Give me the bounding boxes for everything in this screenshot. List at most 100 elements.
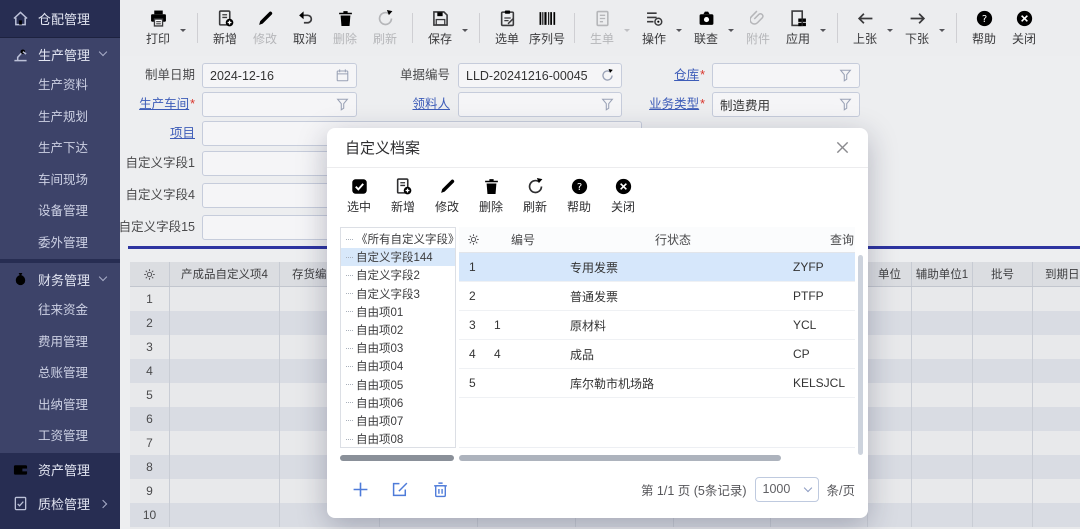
add-row-icon[interactable] <box>352 481 369 498</box>
table-cell[interactable] <box>170 431 280 455</box>
cancel-button[interactable]: 取消 <box>285 10 325 47</box>
sidebar-item-expense-mgmt[interactable]: 费用管理 <box>0 327 120 359</box>
apply-button[interactable]: 应用 <box>778 10 818 47</box>
save-button[interactable]: 保存 <box>420 10 460 47</box>
sidebar-item-quality-mgmt[interactable]: 质检管理 <box>0 487 120 521</box>
tree-item[interactable]: 自由项06 <box>341 394 455 412</box>
generate-order-dropdown-caret[interactable] <box>624 29 630 35</box>
table-cell[interactable]: KELSJCL <box>787 369 855 397</box>
table-cell[interactable]: PTFP <box>787 282 855 310</box>
biz-type-input[interactable]: 制造费用 <box>712 92 860 117</box>
warehouse-link[interactable]: 仓库 <box>674 68 699 82</box>
linked-query-button[interactable]: 联查 <box>686 10 726 47</box>
previous-doc-dropdown-caret[interactable] <box>887 29 893 35</box>
sidebar-item-production-mgmt[interactable]: 生产管理 <box>0 38 120 70</box>
column-header[interactable]: 到期日期 <box>1033 262 1080 286</box>
table-cell[interactable] <box>1033 407 1080 431</box>
tree-item[interactable]: 自由项05 <box>341 376 455 394</box>
save-dropdown-caret[interactable] <box>462 29 468 35</box>
doc-date-input[interactable]: 2024-12-16 <box>202 63 357 88</box>
table-cell[interactable] <box>973 335 1033 359</box>
biz-type-link[interactable]: 业务类型 <box>649 97 699 111</box>
table-cell[interactable] <box>868 479 912 503</box>
sidebar-item-equipment-mgmt[interactable]: 设备管理 <box>0 196 120 228</box>
modify-button[interactable]: 修改 <box>245 10 285 47</box>
column-header[interactable]: 批号 <box>973 262 1033 286</box>
table-cell[interactable] <box>912 407 973 431</box>
table-cell[interactable] <box>868 503 912 527</box>
sidebar-item-production-data[interactable]: 生产资料 <box>0 70 120 102</box>
picker-input[interactable] <box>458 92 622 117</box>
table-cell[interactable] <box>912 479 973 503</box>
table-cell[interactable]: ZYFP <box>787 253 855 281</box>
table-cell[interactable] <box>868 383 912 407</box>
funnel-icon[interactable] <box>839 69 852 82</box>
operations-dropdown-caret[interactable] <box>676 29 682 35</box>
table-cell[interactable]: 专用发票 <box>559 253 787 281</box>
close-icon[interactable] <box>835 140 850 155</box>
edit-row-icon[interactable] <box>392 481 409 498</box>
print-dropdown-caret[interactable] <box>180 29 186 35</box>
table-cell[interactable] <box>170 383 280 407</box>
page-size-select[interactable]: 1000 <box>755 477 819 502</box>
table-cell[interactable] <box>1033 287 1080 311</box>
table-cell[interactable] <box>170 479 280 503</box>
sidebar-item-current-funds[interactable]: 往来资金 <box>0 295 120 327</box>
table-cell[interactable] <box>1033 455 1080 479</box>
table-cell[interactable] <box>868 455 912 479</box>
table-row[interactable]: 4 4 成品 CP <box>459 340 855 369</box>
table-cell[interactable] <box>868 287 912 311</box>
table-cell[interactable] <box>868 431 912 455</box>
table-cell[interactable] <box>973 311 1033 335</box>
table-cell[interactable] <box>170 407 280 431</box>
tree-horizontal-scrollbar[interactable] <box>340 455 454 461</box>
table-cell[interactable] <box>973 503 1033 527</box>
table-cell[interactable] <box>170 455 280 479</box>
tree-item[interactable]: 自由项07 <box>341 412 455 430</box>
sidebar-item-finance-mgmt[interactable]: 财务管理 <box>0 263 120 295</box>
workshop-input[interactable] <box>202 92 357 117</box>
sidebar-item-warehouse-mgmt[interactable]: 仓配管理 <box>0 0 120 38</box>
table-row[interactable]: 2 普通发票 PTFP <box>459 282 855 311</box>
next-doc-button[interactable]: 下张 <box>897 10 937 47</box>
column-header[interactable]: 编号 <box>487 227 559 252</box>
column-header[interactable]: 产成品自定义项4 <box>170 262 280 286</box>
sidebar-item-workshop-floor[interactable]: 车间现场 <box>0 165 120 197</box>
delete-button[interactable]: 删除 <box>469 178 513 215</box>
modify-button[interactable]: 修改 <box>425 178 469 215</box>
print-button[interactable]: 打印 <box>138 10 178 47</box>
apply-dropdown-caret[interactable] <box>820 29 826 35</box>
operations-button[interactable]: 操作 <box>634 10 674 47</box>
table-cell[interactable] <box>868 407 912 431</box>
table-row[interactable]: 5 库尔勒市机场路 KELSJCL <box>459 369 855 398</box>
table-cell[interactable]: 成品 <box>559 340 787 368</box>
table-cell[interactable] <box>1033 383 1080 407</box>
table-cell[interactable] <box>487 282 559 310</box>
table-cell[interactable] <box>1033 311 1080 335</box>
table-cell[interactable] <box>912 503 973 527</box>
tree-item[interactable]: 自由项08 <box>341 430 455 448</box>
table-cell[interactable] <box>868 359 912 383</box>
generate-order-button[interactable]: 生单 <box>582 10 622 47</box>
table-cell[interactable] <box>868 311 912 335</box>
table-cell[interactable] <box>170 359 280 383</box>
next-doc-dropdown-caret[interactable] <box>939 29 945 35</box>
table-cell[interactable] <box>912 431 973 455</box>
table-cell[interactable] <box>1033 359 1080 383</box>
table-cell[interactable] <box>170 503 280 527</box>
previous-doc-button[interactable]: 上张 <box>845 10 885 47</box>
attachment-button[interactable]: 附件 <box>738 10 778 47</box>
tree-item-selected[interactable]: 自定义字段144 <box>341 248 455 266</box>
picker-link[interactable]: 领料人 <box>412 97 450 111</box>
column-header[interactable]: 辅助单位1 <box>912 262 973 286</box>
table-cell[interactable]: CP <box>787 340 855 368</box>
select-button[interactable]: 选中 <box>337 178 381 215</box>
close-button[interactable]: 关闭 <box>601 178 645 215</box>
table-cell[interactable] <box>487 253 559 281</box>
delete-button[interactable]: 删除 <box>325 10 365 47</box>
help-button[interactable]: 帮助 <box>964 10 1004 47</box>
table-cell[interactable] <box>973 479 1033 503</box>
column-header[interactable]: 单位 <box>868 262 912 286</box>
refresh-button[interactable]: 刷新 <box>513 178 557 215</box>
table-cell[interactable]: 4 <box>487 340 559 368</box>
